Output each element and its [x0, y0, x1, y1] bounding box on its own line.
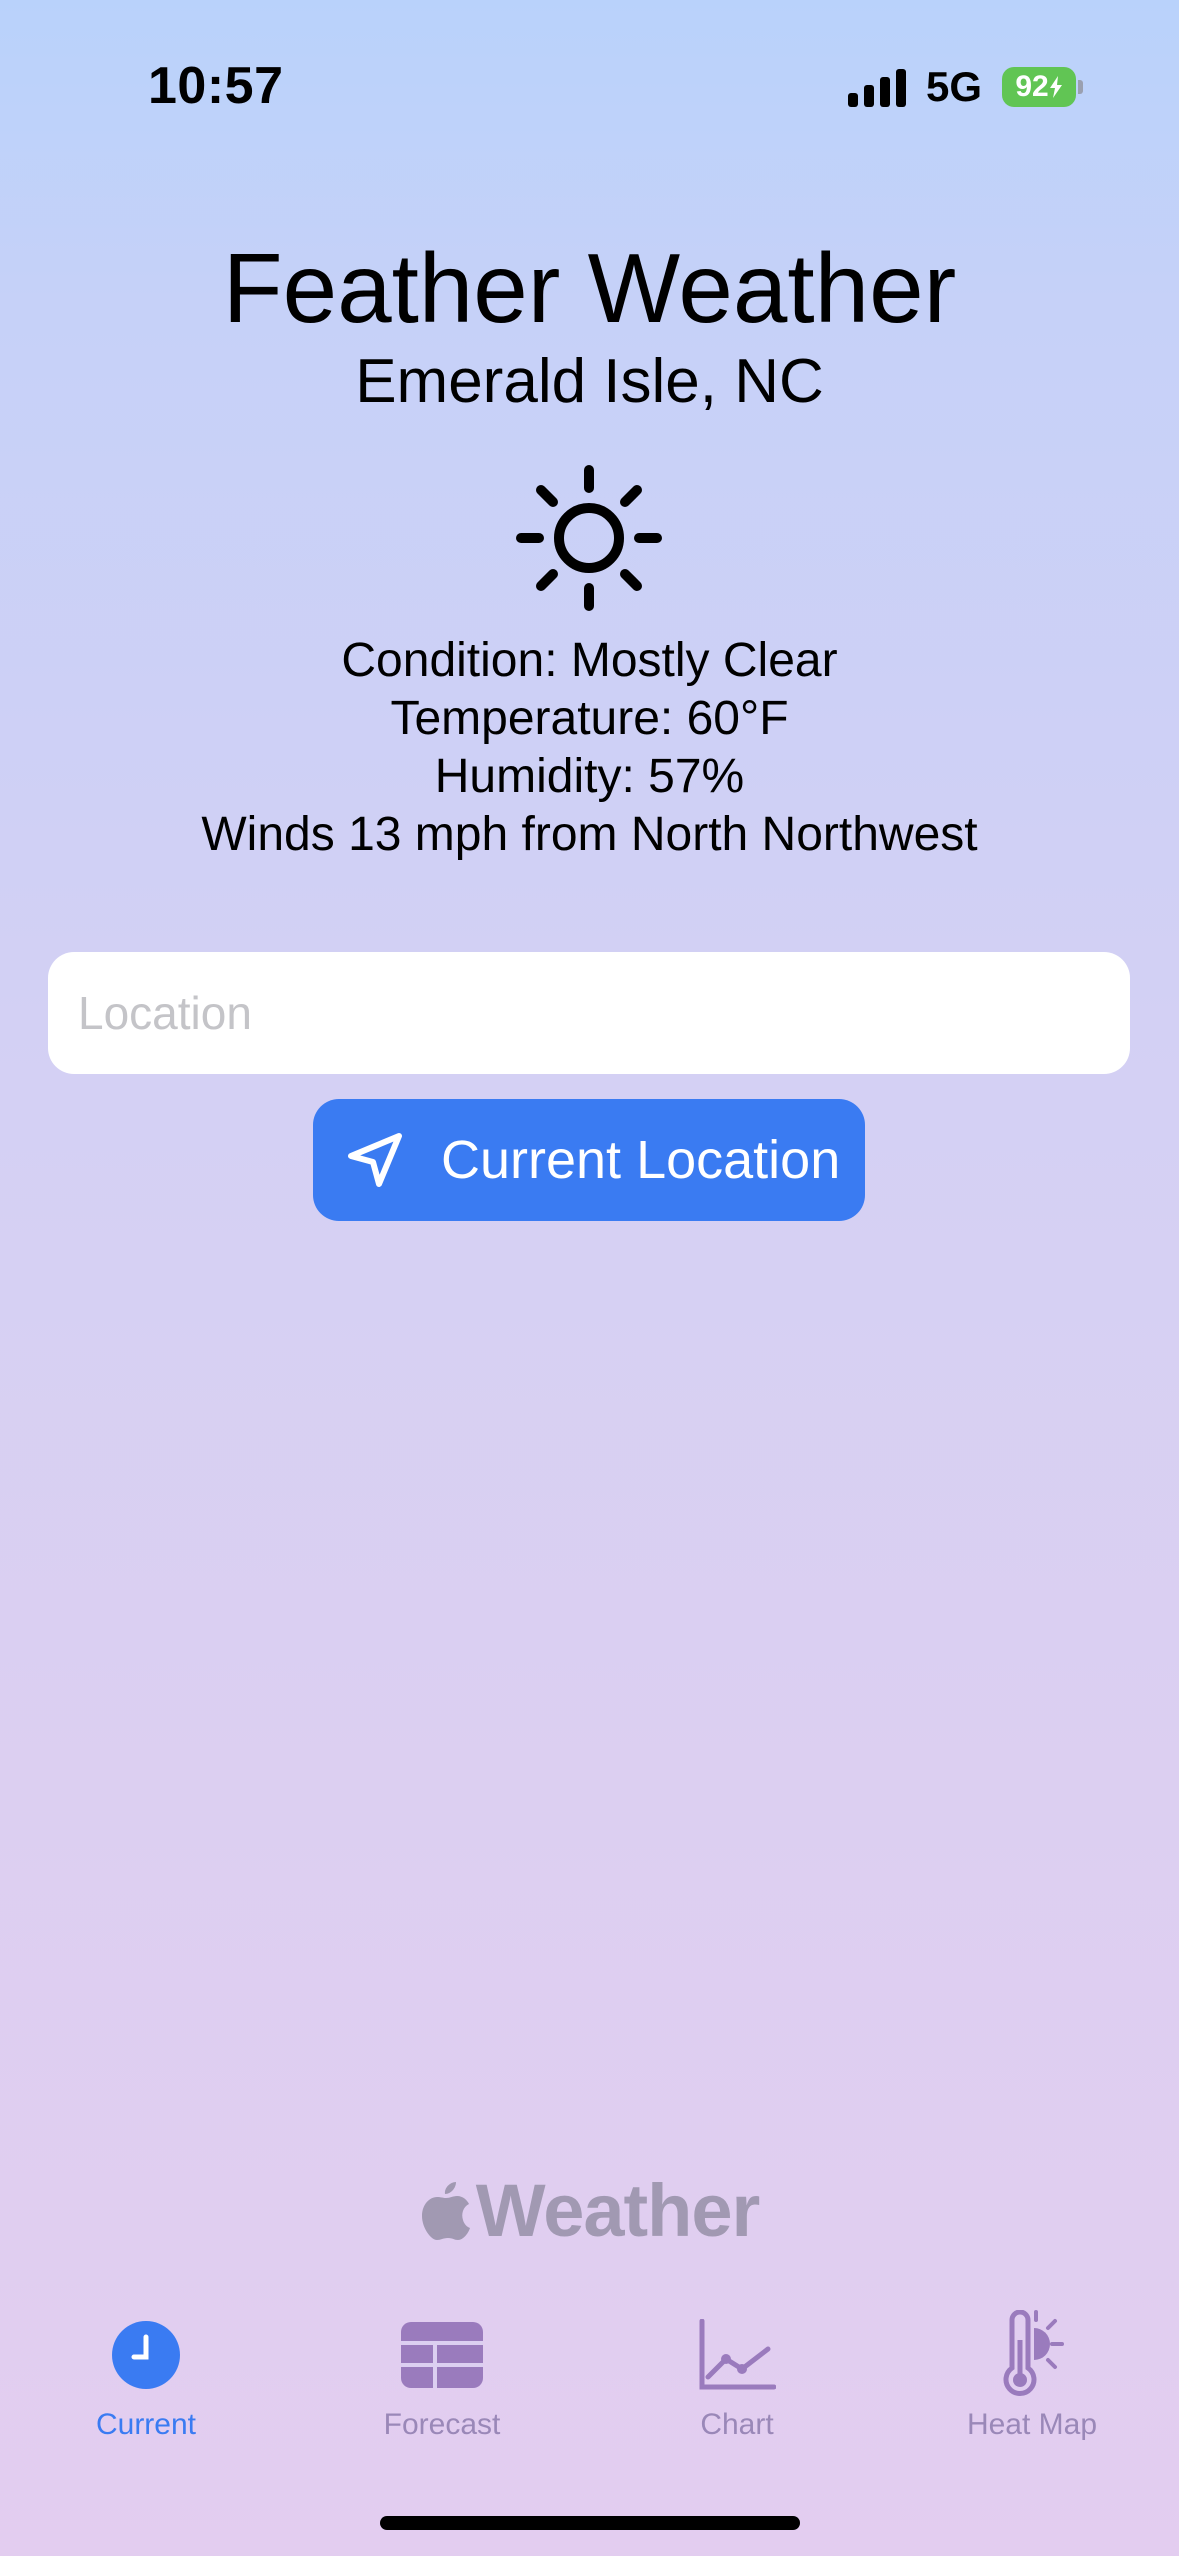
table-icon [397, 2310, 487, 2400]
tab-label-current: Current [95, 2408, 197, 2441]
charging-bolt-icon [1049, 76, 1062, 98]
battery-icon: 92 [1002, 67, 1083, 107]
tab-label-forecast: Forecast [383, 2408, 501, 2441]
app-title: Feather Weather [222, 233, 957, 343]
location-input[interactable] [48, 952, 1130, 1074]
sun-icon [516, 465, 662, 611]
line-chart-icon [692, 2310, 782, 2400]
tab-bar: Current Forecast Chart Heat Map [0, 2310, 1179, 2460]
network-type: 5G [925, 63, 982, 110]
status-time: 10:57 [148, 57, 284, 115]
clock-icon [101, 2310, 191, 2400]
thermometer-sun-icon [987, 2310, 1077, 2400]
battery-level: 92 [1015, 70, 1049, 103]
humidity-text: Humidity: 57% [434, 750, 745, 803]
tab-chart[interactable]: Chart [627, 2310, 847, 2460]
current-location-label: Current Location [441, 1130, 841, 1190]
cellular-signal-icon [847, 67, 906, 107]
temperature-text: Temperature: 60°F [390, 692, 789, 745]
weather-details: Condition: Mostly Clear Temperature: 60°… [0, 632, 1179, 864]
location-arrow-icon [345, 1130, 405, 1190]
tab-forecast[interactable]: Forecast [332, 2310, 552, 2460]
tab-label-heat-map: Heat Map [966, 2408, 1098, 2441]
weather-attribution[interactable]: Weather [0, 2168, 1179, 2253]
tab-current[interactable]: Current [36, 2310, 256, 2460]
tab-heat-map[interactable]: Heat Map [922, 2310, 1142, 2460]
tab-label-chart: Chart [700, 2408, 774, 2441]
condition-text: Condition: Mostly Clear [341, 634, 838, 687]
attribution-text: Weather [475, 2169, 761, 2252]
apple-logo-icon [421, 2181, 470, 2240]
home-indicator[interactable] [380, 2516, 800, 2530]
current-location-button[interactable]: Current Location [313, 1099, 865, 1221]
winds-text: Winds 13 mph from North Northwest [201, 808, 978, 861]
status-indicators: 5G 92 [847, 62, 1083, 112]
location-name: Emerald Isle, NC [355, 347, 824, 416]
